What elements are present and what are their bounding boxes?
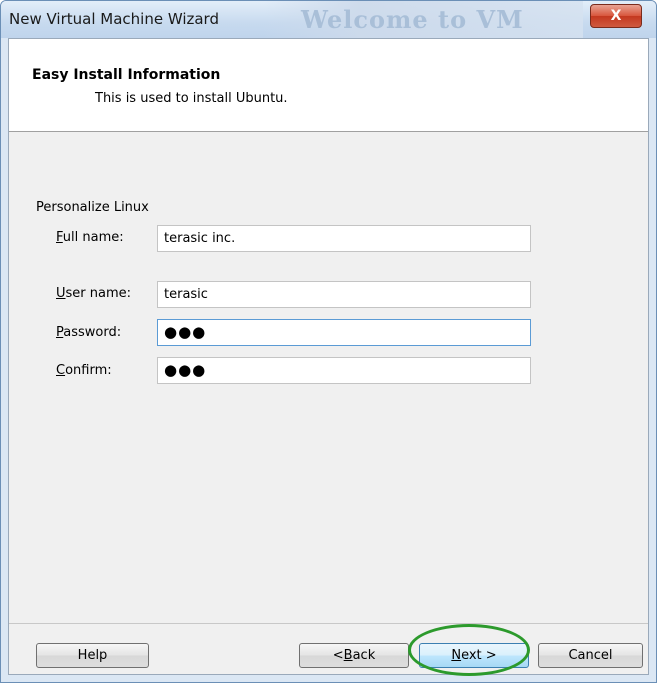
confirm-label: Confirm: (56, 363, 112, 378)
page-subtitle: This is used to install Ubuntu. (95, 91, 288, 106)
background-window-title: Welcome to VM (301, 5, 524, 34)
close-icon: X (610, 8, 622, 24)
back-button[interactable]: < Back (299, 643, 409, 668)
user-name-input[interactable]: terasic (157, 281, 531, 308)
wizard-header: Easy Install Information This is used to… (9, 39, 648, 132)
next-button-highlight-ring (408, 624, 530, 676)
password-label: Password: (56, 325, 122, 340)
wizard-window: Welcome to VM New Virtual Machine Wizard… (0, 0, 657, 683)
help-button[interactable]: Help (36, 643, 149, 668)
full-name-input[interactable]: terasic inc. (157, 225, 531, 252)
window-title: New Virtual Machine Wizard (9, 10, 219, 28)
page-title: Easy Install Information (32, 67, 221, 83)
cancel-button[interactable]: Cancel (538, 643, 643, 668)
footer-divider (9, 623, 648, 624)
password-input[interactable]: ●●● (157, 319, 531, 346)
wizard-client-area: Easy Install Information This is used to… (8, 38, 649, 675)
full-name-label: Full name: (56, 230, 124, 245)
user-name-label: User name: (56, 286, 132, 301)
title-bar[interactable]: Welcome to VM New Virtual Machine Wizard… (1, 1, 656, 38)
close-button[interactable]: X (590, 4, 642, 28)
personalize-group-label: Personalize Linux (36, 200, 149, 215)
confirm-input[interactable]: ●●● (157, 357, 531, 384)
